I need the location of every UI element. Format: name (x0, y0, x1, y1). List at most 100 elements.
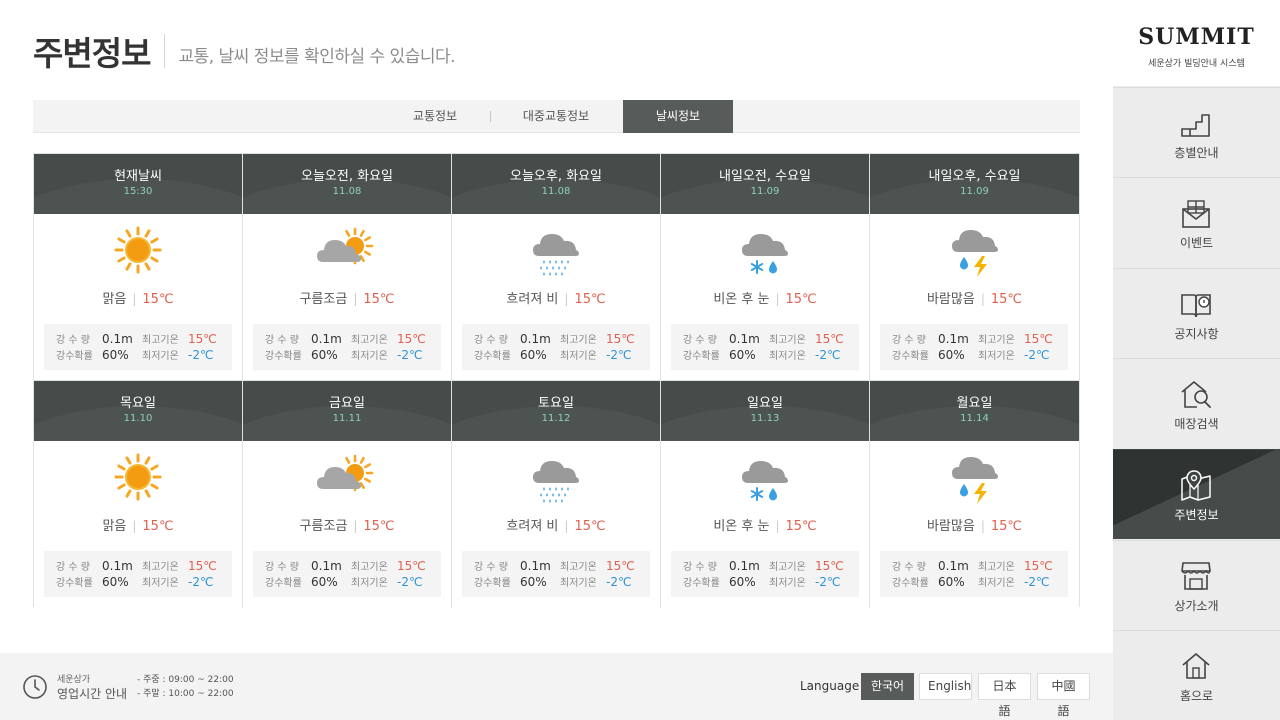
sidebar-item-event[interactable]: 이벤트 (1113, 177, 1280, 267)
weather-card: 금요일 11.11 구름조금 | 15℃ 강 수 량 0.1m 최고기온 15℃ 강수확률… (243, 381, 452, 608)
condition-text: 바람많음 (926, 292, 975, 307)
sidebar-item-mall-intro[interactable]: 상가소개 (1113, 540, 1280, 630)
notice-book-icon (1181, 294, 1211, 318)
brand-logo: SUMMIT (1138, 24, 1255, 50)
shop-icon (1181, 562, 1211, 590)
condition-separator: | (353, 292, 358, 306)
rain-prob-label: 강수확률 (892, 351, 929, 362)
page-subtitle: 교통, 날씨 정보를 확인하실 수 있습니다. (178, 46, 456, 67)
condition-separator: | (353, 519, 358, 533)
detail-row: 강 수 량 0.1m 최고기온 15℃ (683, 331, 844, 347)
weather-card: 현재날씨 15:30 맑음 | 15℃ 강 수 량 0.1m 최고기온 15℃ 강수확률 60… (34, 154, 243, 381)
rain-icon (452, 453, 660, 513)
rain-prob-value: 60% (938, 348, 965, 362)
brand[interactable]: SUMMIT 세운상가 빌딩안내 시스템 (1113, 0, 1280, 86)
detail-row: 강수확률 60% 최저기온 -2℃ (474, 347, 631, 363)
condition-separator: | (132, 292, 137, 306)
weather-card-title: 토요일 (538, 396, 574, 411)
weather-card-date: 11.14 (960, 413, 989, 424)
lang-english-button[interactable]: English (919, 673, 972, 700)
weather-card-title: 일요일 (747, 396, 783, 411)
sidebar-item-home[interactable]: 홈으로 (1113, 630, 1280, 720)
rain-amount-value: 0.1m (938, 332, 969, 346)
stairs-icon (1181, 114, 1210, 137)
page-title: 주변정보 (33, 34, 151, 73)
condition-text: 흐려져 비 (506, 519, 559, 534)
tab-traffic[interactable]: 교통정보 (387, 100, 483, 133)
sidebar-item-label: 홈으로 (1179, 689, 1214, 703)
sidebar-item-notice[interactable]: 공지사항 (1113, 268, 1280, 358)
detail-row: 강수확률 60% 최저기온 -2℃ (56, 347, 213, 363)
max-temp-value: 15℃ (188, 559, 217, 573)
weather-card: 토요일 11.12 흐려져 비 | 15℃ 강 수 량 0.1m 최고기온 15℃ 강수확… (452, 381, 661, 608)
weather-card-date: 15:30 (123, 186, 153, 197)
brand-subtitle: 세운상가 빌딩안내 시스템 (1148, 59, 1245, 69)
rain-snow-icon (661, 226, 869, 286)
weather-details: 강 수 량 0.1m 최고기온 15℃ 강수확률 60% 최저기온 -2℃ (462, 324, 650, 370)
storm-icon (870, 453, 1079, 513)
detail-row: 강수확률 60% 최저기온 -2℃ (683, 574, 840, 590)
min-temp-value: -2℃ (606, 348, 632, 362)
rain-amount-value: 0.1m (311, 559, 342, 573)
min-temp-label: 최저기온 (978, 578, 1015, 589)
sidebar-item-store-search[interactable]: 매장검색 (1113, 358, 1280, 448)
tab-public-transport[interactable]: 대중교통정보 (498, 100, 614, 133)
condition-text: 비온 후 눈 (713, 292, 770, 307)
current-temp: 15℃ (990, 292, 1023, 307)
min-temp-label: 최저기온 (142, 578, 179, 589)
detail-row: 강수확률 60% 최저기온 -2℃ (265, 347, 422, 363)
rain-snow-icon (661, 453, 869, 513)
detail-row: 강수확률 60% 최저기온 -2℃ (56, 574, 213, 590)
lang-japanese-button[interactable]: 日本語 (978, 673, 1031, 718)
condition-text: 비온 후 눈 (713, 519, 770, 534)
weather-card-header: 오늘오전, 화요일 11.08 (243, 154, 451, 214)
language-label: Language (800, 679, 860, 693)
lang-korean-button[interactable]: 한국어 (861, 673, 914, 700)
weather-condition: 흐려져 비 | 15℃ (452, 515, 660, 534)
max-temp-value: 15℃ (397, 332, 426, 346)
detail-row: 강 수 량 0.1m 최고기온 15℃ (265, 331, 426, 347)
weather-card-header: 토요일 11.12 (452, 381, 660, 441)
min-temp-value: -2℃ (397, 575, 423, 589)
weather-card-date: 11.10 (123, 413, 153, 424)
weather-details: 강 수 량 0.1m 최고기온 15℃ 강수확률 60% 최저기온 -2℃ (880, 324, 1068, 370)
condition-separator: | (132, 519, 137, 533)
rain-prob-value: 60% (102, 348, 129, 362)
min-temp-label: 최저기온 (978, 351, 1015, 362)
sidebar-item-nearby-info[interactable]: 주변정보 (1113, 449, 1280, 539)
weather-card-date: 11.09 (960, 186, 989, 197)
condition-text: 맑음 (102, 519, 127, 534)
info-tabs: 교통정보 대중교통정보 날씨정보 (33, 100, 1080, 133)
weather-condition: 구름조금 | 15℃ (243, 515, 451, 534)
min-temp-value: -2℃ (397, 348, 423, 362)
weather-card: 목요일 11.10 맑음 | 15℃ 강 수 량 0.1m 최고기온 15℃ 강수확률 60%… (34, 381, 243, 608)
rain-prob-value: 60% (520, 575, 547, 589)
detail-row: 강 수 량 0.1m 최고기온 15℃ (474, 331, 635, 347)
hours-title: 영업시간 안내 (57, 687, 128, 701)
sun-icon (34, 226, 242, 286)
lang-chinese-button[interactable]: 中國語 (1037, 673, 1090, 718)
weather-card-date: 11.13 (750, 413, 780, 424)
sidebar-item-label: 상가소개 (1174, 599, 1219, 613)
weather-condition: 구름조금 | 15℃ (243, 288, 451, 307)
min-temp-value: -2℃ (188, 348, 214, 362)
max-temp-value: 15℃ (606, 332, 635, 346)
condition-separator: | (775, 292, 780, 306)
rain-prob-label: 강수확률 (56, 578, 93, 589)
max-temp-value: 15℃ (815, 332, 844, 346)
kiosk-screen: 주변정보 교통, 날씨 정보를 확인하실 수 있습니다. 교통정보 대중교통정보… (0, 0, 1280, 720)
max-temp-value: 15℃ (188, 332, 217, 346)
condition-text: 흐려져 비 (506, 292, 559, 307)
tab-weather[interactable]: 날씨정보 (623, 100, 733, 133)
sidebar-item-floor-guide[interactable]: 층별안내 (1113, 87, 1280, 177)
rain-prob-value: 60% (729, 348, 756, 362)
sidebar-item-label: 매장검색 (1174, 417, 1219, 431)
max-temp-value: 15℃ (1024, 559, 1053, 573)
weather-card-title: 목요일 (120, 396, 156, 411)
weather-grid: 현재날씨 15:30 맑음 | 15℃ 강 수 량 0.1m 최고기온 15℃ 강수확률 60… (33, 153, 1080, 608)
weather-card: 월요일 11.14 바람많음 | 15℃ 강 수 량 0.1m 최고기온 15℃ 강수확률… (870, 381, 1079, 608)
weather-card-title: 현재날씨 (114, 169, 162, 184)
weather-card-title: 오늘오전, 화요일 (301, 169, 393, 184)
sidebar-item-label: 주변정보 (1174, 508, 1219, 522)
rain-prob-value: 60% (102, 575, 129, 589)
